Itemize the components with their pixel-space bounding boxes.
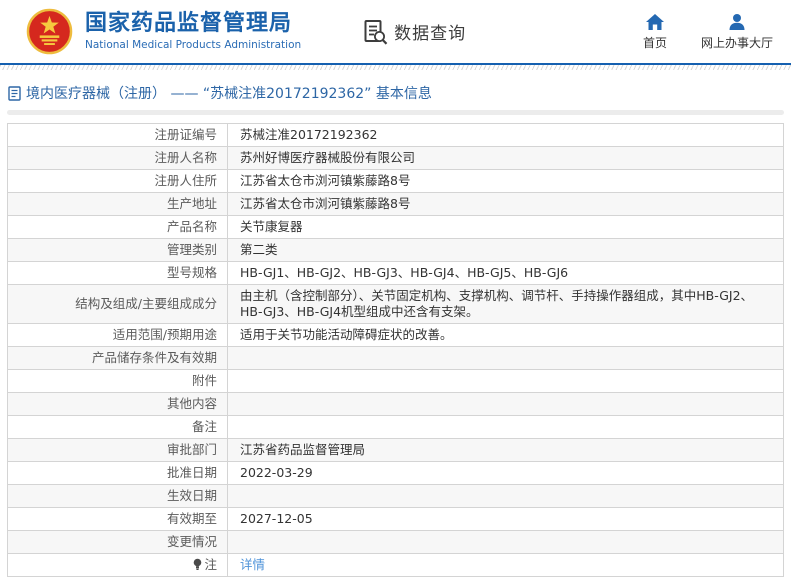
document-search-icon: [363, 19, 389, 45]
table-row: 生效日期: [7, 484, 784, 508]
table-row: 型号规格 HB-GJ1、HB-GJ2、HB-GJ3、HB-GJ4、HB-GJ5、H…: [7, 261, 784, 285]
row-label: 生产地址: [7, 192, 228, 216]
agency-name-en: National Medical Products Administration: [85, 38, 302, 51]
row-value: 详情: [227, 553, 784, 577]
table-row: 备注: [7, 415, 784, 439]
row-value: 由主机（含控制部分）、关节固定机构、支撑机构、调节杆、手持操作器组成，其中HB-…: [227, 284, 784, 324]
home-icon: [645, 13, 665, 31]
table-row: 批准日期 2022-03-29: [7, 461, 784, 485]
table-row: 注册人住所 江苏省太仓市浏河镇紫藤路8号: [7, 169, 784, 193]
row-value: 江苏省太仓市浏河镇紫藤路8号: [227, 169, 784, 193]
row-label: 其他内容: [7, 392, 228, 416]
detail-link[interactable]: 详情: [240, 557, 265, 572]
row-value: [227, 346, 784, 370]
row-value: 江苏省太仓市浏河镇紫藤路8号: [227, 192, 784, 216]
row-value: 江苏省药品监督管理局: [227, 438, 784, 462]
table-row: 注册人名称 苏州好博医疗器械股份有限公司: [7, 146, 784, 170]
row-value: [227, 530, 784, 554]
table-row: 结构及组成/主要组成成分 由主机（含控制部分）、关节固定机构、支撑机构、调节杆、手…: [7, 284, 784, 324]
row-value: 2022-03-29: [227, 461, 784, 485]
table-row: 注册证编号 苏械注准20172192362: [7, 123, 784, 147]
page-title: 境内医疗器械（注册） —— “苏械注准20172192362” 基本信息: [26, 86, 432, 102]
site-header: 国家药品监督管理局 National Medical Products Admi…: [0, 0, 791, 63]
row-label: 备注: [7, 415, 228, 439]
table-row: 产品储存条件及有效期: [7, 346, 784, 370]
table-row: 附件: [7, 369, 784, 393]
row-label: 产品储存条件及有效期: [7, 346, 228, 370]
row-label: 批准日期: [7, 461, 228, 485]
agency-title-block: 国家药品监督管理局 National Medical Products Admi…: [85, 11, 302, 51]
row-label: 附件: [7, 369, 228, 393]
lightbulb-icon: [192, 558, 203, 571]
registration-info-table: 注册证编号 苏械注准20172192362 注册人名称 苏州好博医疗器械股份有限公司注…: [7, 123, 784, 577]
nav-online-hall[interactable]: 网上办事大厅: [701, 13, 773, 51]
nav-home-label: 首页: [642, 35, 667, 50]
table-row: 注详情: [7, 553, 784, 577]
info-table-body: 注册证编号 苏械注准20172192362 注册人名称 苏州好博医疗器械股份有限公司注…: [7, 123, 784, 577]
row-value: [227, 415, 784, 439]
row-label: 产品名称: [7, 215, 228, 239]
row-label: 型号规格: [7, 261, 228, 285]
table-row: 生产地址 江苏省太仓市浏河镇紫藤路8号: [7, 192, 784, 216]
table-row: 产品名称 关节康复器: [7, 215, 784, 239]
row-value: 苏州好博医疗器械股份有限公司: [227, 146, 784, 170]
row-label: 生效日期: [7, 484, 228, 508]
document-icon: [8, 85, 21, 101]
row-label: 注册证编号: [7, 123, 228, 147]
data-query-module: 数据查询: [363, 19, 466, 45]
registration-info-table-wrap: 注册证编号 苏械注准20172192362 注册人名称 苏州好博医疗器械股份有限公司注…: [0, 115, 791, 581]
row-value: HB-GJ1、HB-GJ2、HB-GJ3、HB-GJ4、HB-GJ5、HB-GJ…: [227, 261, 784, 285]
row-value: [227, 392, 784, 416]
row-label: 注: [7, 553, 228, 577]
table-row: 变更情况: [7, 530, 784, 554]
row-label: 注册人住所: [7, 169, 228, 193]
row-label: 结构及组成/主要组成成分: [7, 284, 228, 324]
breadcrumb: 境内医疗器械（注册） —— “苏械注准20172192362” 基本信息: [0, 70, 791, 110]
table-row: 审批部门 江苏省药品监督管理局: [7, 438, 784, 462]
row-value: 适用于关节功能活动障碍症状的改善。: [227, 323, 784, 347]
row-value: 关节康复器: [227, 215, 784, 239]
person-icon: [727, 13, 747, 31]
table-row: 管理类别 第二类: [7, 238, 784, 262]
row-label: 管理类别: [7, 238, 228, 262]
agency-name-cn: 国家药品监督管理局: [85, 11, 293, 37]
row-value: 2027-12-05: [227, 507, 784, 531]
row-value: 苏械注准20172192362: [227, 123, 784, 147]
row-label: 适用范围/预期用途: [7, 323, 228, 347]
row-label: 注册人名称: [7, 146, 228, 170]
nav-online-hall-label: 网上办事大厅: [700, 35, 773, 50]
data-query-title: 数据查询: [394, 24, 467, 44]
table-row: 其他内容: [7, 392, 784, 416]
national-emblem-logo: [26, 8, 73, 55]
row-label: 有效期至: [7, 507, 228, 531]
row-label: 变更情况: [7, 530, 228, 554]
row-value: [227, 484, 784, 508]
table-row: 有效期至 2027-12-05: [7, 507, 784, 531]
row-value: [227, 369, 784, 393]
table-row: 适用范围/预期用途 适用于关节功能活动障碍症状的改善。: [7, 323, 784, 347]
nav-home[interactable]: 首页: [643, 13, 667, 51]
header-nav: 首页 网上办事大厅: [643, 13, 773, 51]
row-value: 第二类: [227, 238, 784, 262]
row-label: 审批部门: [7, 438, 228, 462]
